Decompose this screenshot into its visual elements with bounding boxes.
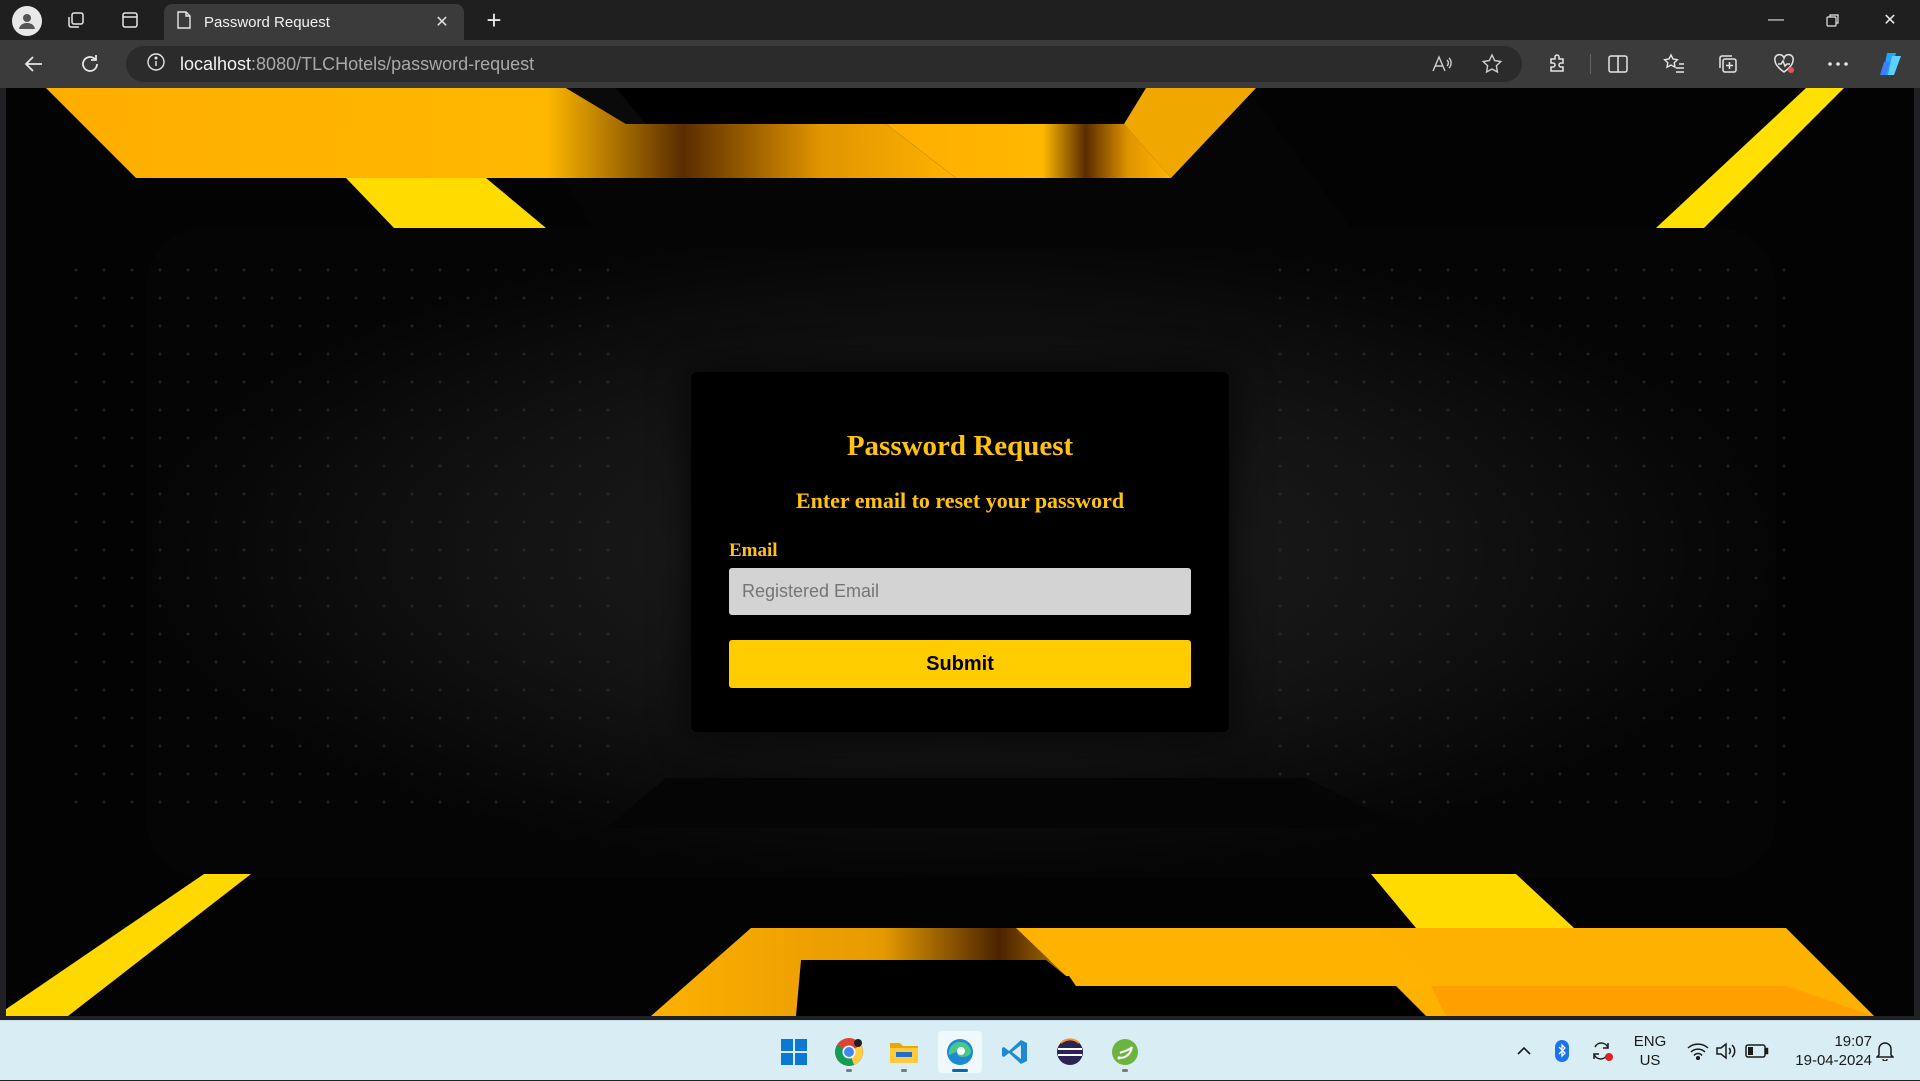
edge-icon[interactable]: [938, 1031, 982, 1073]
clock-date: 19-04-2024: [1795, 1052, 1872, 1069]
toolbar-divider: [1590, 54, 1591, 74]
tab-title: Password Request: [204, 13, 330, 31]
active-indicator: [952, 1069, 968, 1072]
collections-icon[interactable]: [1710, 48, 1746, 80]
email-label: Email: [729, 540, 778, 561]
vscode-icon[interactable]: [993, 1031, 1037, 1073]
running-indicator: [1122, 1069, 1128, 1072]
url-path: :8080/TLCHotels/password-request: [251, 53, 535, 74]
notification-bell-icon[interactable]: [1870, 1021, 1900, 1081]
url-host: localhost: [180, 53, 252, 74]
extensions-icon[interactable]: [1540, 48, 1576, 80]
browser-titlebar: Password Request ✕ + — ✕: [0, 0, 1920, 40]
wifi-icon[interactable]: [1684, 1021, 1712, 1081]
new-tab-button[interactable]: +: [478, 4, 510, 36]
address-bar[interactable]: localhost:8080/TLCHotels/password-reques…: [126, 46, 1522, 82]
language-code: ENG: [1633, 1033, 1667, 1050]
email-field[interactable]: [729, 568, 1191, 615]
chrome-icon[interactable]: [827, 1031, 871, 1073]
favorites-list-icon[interactable]: [1656, 48, 1692, 80]
running-indicator: [901, 1069, 907, 1072]
form-subtitle: Enter email to reset your password: [795, 488, 1125, 513]
show-hidden-icons-chevron-icon[interactable]: [1510, 1021, 1538, 1081]
refresh-icon[interactable]: [72, 48, 108, 80]
workspaces-icon[interactable]: [60, 6, 92, 34]
submit-button[interactable]: Submit: [729, 640, 1191, 688]
page-document-icon: [176, 11, 192, 33]
battery-icon[interactable]: [1742, 1021, 1772, 1081]
back-arrow-icon[interactable]: [16, 48, 52, 80]
copilot-icon[interactable]: [1874, 48, 1910, 80]
browser-essentials-icon[interactable]: [1766, 48, 1802, 80]
region-code: US: [1639, 1052, 1661, 1069]
tab-close-icon[interactable]: ✕: [432, 12, 452, 32]
language-indicator[interactable]: ENG US: [1624, 1021, 1676, 1081]
spring-tools-icon[interactable]: [1103, 1031, 1147, 1073]
split-screen-icon[interactable]: [1600, 48, 1636, 80]
running-indicator: [846, 1069, 852, 1072]
profile-avatar-icon[interactable]: [12, 6, 42, 36]
form-title: Password Request: [846, 430, 1074, 462]
password-request-card: Password Request Enter email to reset yo…: [691, 372, 1229, 732]
tab-password-request[interactable]: Password Request ✕: [164, 4, 464, 40]
eclipse-icon[interactable]: [1048, 1031, 1092, 1073]
favorite-star-icon[interactable]: [1476, 48, 1508, 80]
more-options-icon[interactable]: [1820, 48, 1856, 80]
site-info-icon[interactable]: [146, 52, 166, 77]
file-explorer-icon[interactable]: [882, 1031, 926, 1073]
page-viewport: Password Request Enter email to reset yo…: [6, 88, 1914, 1016]
windows-taskbar: ENG US 19:07 19-04-2024: [0, 1020, 1920, 1080]
windows-start-icon[interactable]: [772, 1031, 816, 1073]
read-aloud-icon[interactable]: [1426, 48, 1458, 80]
volume-icon[interactable]: [1712, 1021, 1740, 1081]
vertical-tabs-icon[interactable]: [114, 6, 146, 34]
sync-icon[interactable]: [1587, 1021, 1617, 1081]
restore-button[interactable]: [1805, 0, 1861, 40]
bluetooth-icon[interactable]: [1548, 1021, 1576, 1081]
minimize-button[interactable]: —: [1748, 0, 1804, 40]
clock-time: 19:07: [1834, 1033, 1872, 1050]
url-text: localhost:8080/TLCHotels/password-reques…: [180, 54, 534, 75]
browser-toolbar: localhost:8080/TLCHotels/password-reques…: [0, 40, 1920, 88]
close-window-button[interactable]: ✕: [1862, 0, 1918, 40]
clock[interactable]: 19:07 19-04-2024: [1780, 1021, 1872, 1081]
